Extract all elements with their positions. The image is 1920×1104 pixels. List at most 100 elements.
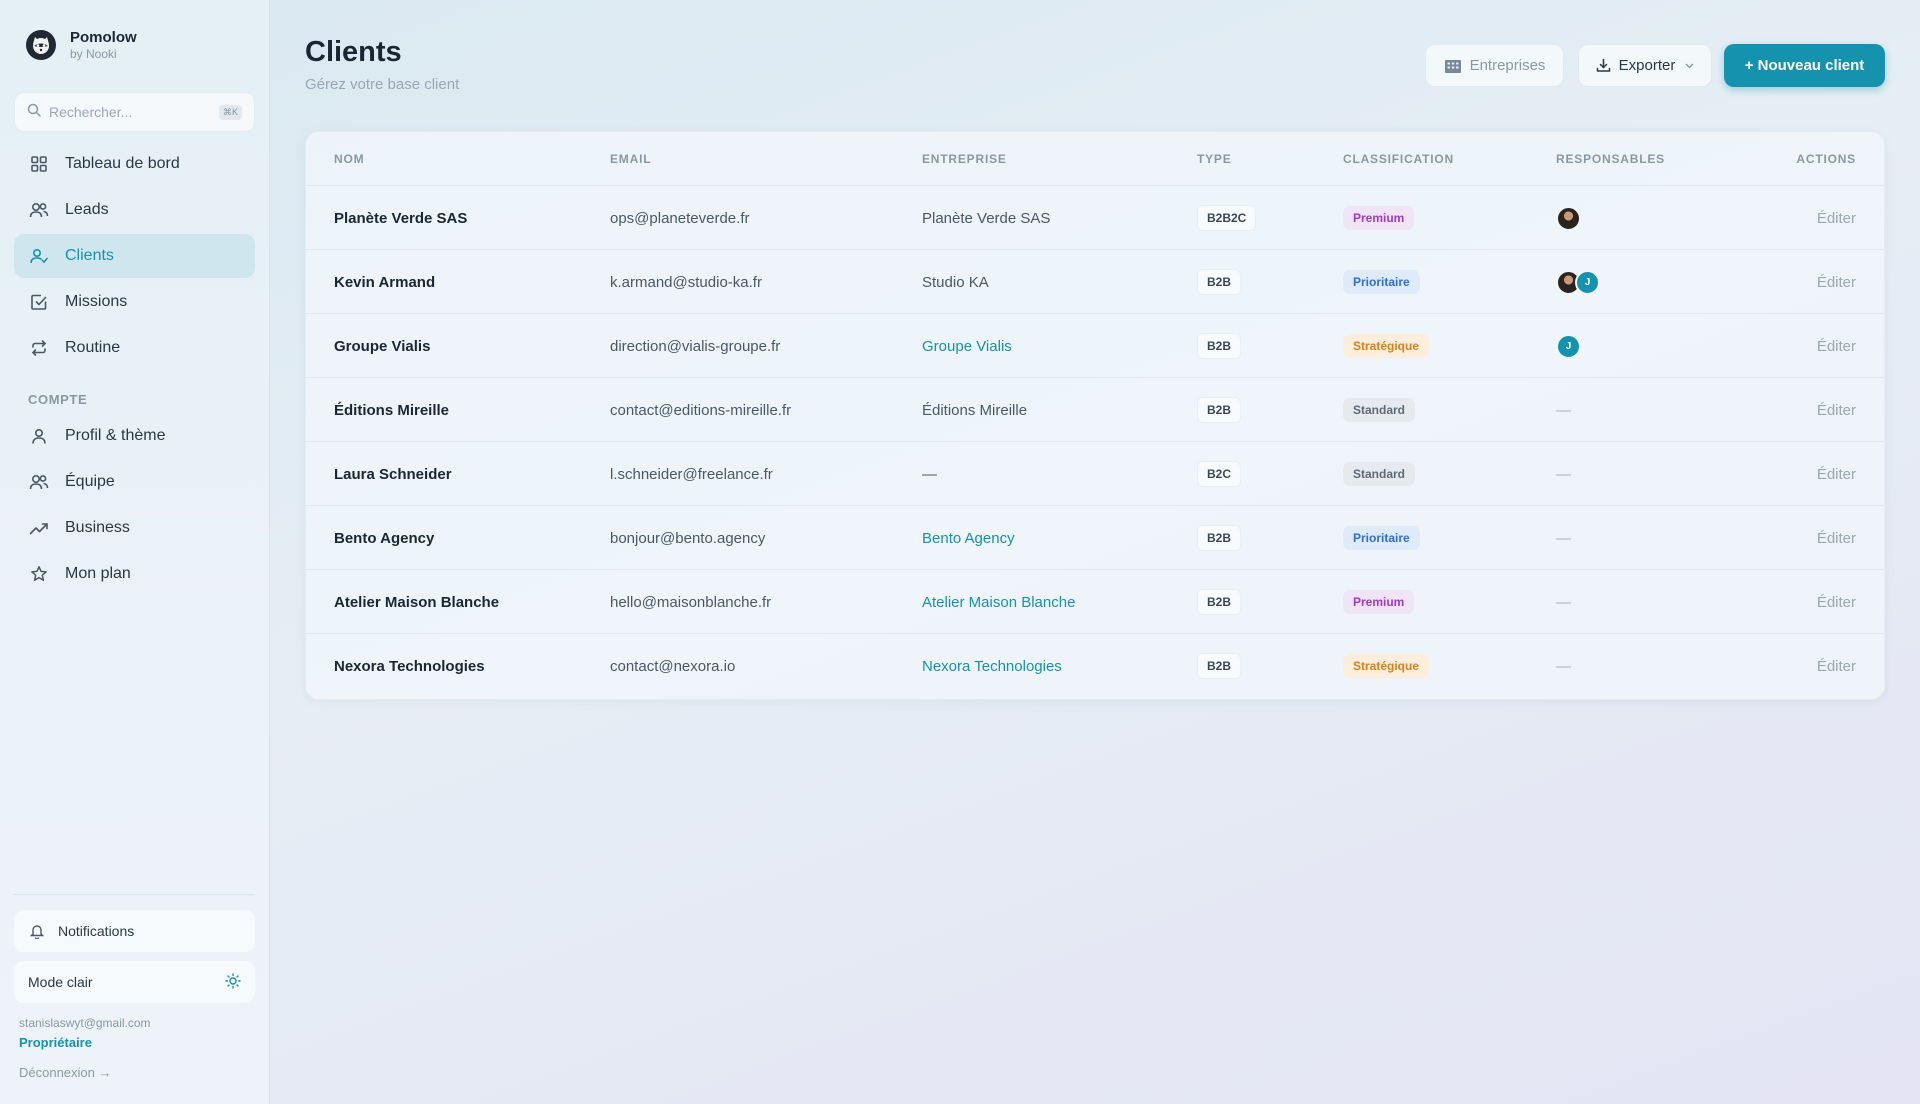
table-row[interactable]: Laura Schneider l.schneider@freelance.fr… — [306, 442, 1884, 506]
type-badge: B2B2C — [1197, 205, 1257, 231]
type-badge: B2B — [1197, 397, 1242, 423]
client-email: direction@vialis-groupe.fr — [610, 337, 781, 355]
theme-toggle[interactable]: Mode clair — [14, 961, 255, 1003]
nav-item-missions[interactable]: Missions — [14, 280, 255, 324]
edit-link[interactable]: Éditer — [1817, 378, 1856, 442]
search-input[interactable] — [49, 104, 209, 120]
edit-link[interactable]: Éditer — [1817, 442, 1856, 506]
client-name[interactable]: Nexora Technologies — [334, 634, 485, 698]
export-button[interactable]: Exporter — [1578, 44, 1712, 87]
users-icon — [28, 199, 50, 221]
nav-item-routine[interactable]: Routine — [14, 326, 255, 370]
client-entreprise: Studio KA — [922, 273, 989, 291]
responsables: J — [1556, 333, 1581, 359]
checkbox-icon — [28, 291, 50, 313]
mode-label: Mode clair — [28, 974, 93, 990]
client-name[interactable]: Planète Verde SAS — [334, 186, 467, 250]
edit-link[interactable]: Éditer — [1817, 570, 1856, 634]
search-box[interactable]: ⌘K — [14, 92, 255, 132]
nav-item-tableau-de-bord[interactable]: Tableau de bord — [14, 142, 255, 186]
column-header-actions: ACTIONS — [1796, 152, 1856, 166]
type-badge: B2B — [1197, 269, 1242, 295]
column-header-type: TYPE — [1197, 152, 1232, 166]
classification-badge: Stratégique — [1343, 334, 1430, 358]
entreprises-button[interactable]: Entreprises — [1425, 44, 1564, 87]
logout-link[interactable]: Déconnexion → — [19, 1065, 112, 1080]
nav-item-profil[interactable]: Profil & thème — [14, 414, 255, 458]
account-nav: Profil & thème Équipe Business Mon plan — [14, 414, 255, 598]
new-client-label: + Nouveau client — [1744, 57, 1865, 74]
avatar — [1556, 205, 1581, 231]
table-row[interactable]: Éditions Mireille contact@editions-mirei… — [306, 378, 1884, 442]
new-client-button[interactable]: + Nouveau client — [1724, 44, 1885, 87]
search-shortcut: ⌘K — [218, 104, 242, 120]
sun-icon — [225, 972, 241, 992]
column-header-entreprise: ENTREPRISE — [922, 152, 1007, 166]
responsables-empty: — — [1556, 657, 1571, 675]
edit-link[interactable]: Éditer — [1817, 506, 1856, 570]
nav-item-label: Profil & thème — [65, 427, 166, 444]
client-name[interactable]: Groupe Vialis — [334, 314, 430, 378]
repeat-icon — [28, 337, 50, 359]
user-icon — [28, 425, 50, 447]
table-row[interactable]: Groupe Vialis direction@vialis-groupe.fr… — [306, 314, 1884, 378]
nav-item-equipe[interactable]: Équipe — [14, 460, 255, 504]
app-name: Pomolow — [70, 29, 137, 46]
raccoon-logo-icon — [26, 30, 56, 60]
notifications-label: Notifications — [58, 923, 135, 939]
responsables — [1556, 205, 1581, 231]
client-name[interactable]: Atelier Maison Blanche — [334, 570, 499, 634]
client-name[interactable]: Laura Schneider — [334, 442, 452, 506]
avatar: J — [1575, 269, 1600, 295]
edit-link[interactable]: Éditer — [1817, 314, 1856, 378]
client-name[interactable]: Bento Agency — [334, 506, 434, 570]
client-email: k.armand@studio-ka.fr — [610, 273, 762, 291]
nav-item-business[interactable]: Business — [14, 506, 255, 550]
classification-badge: Stratégique — [1343, 654, 1430, 678]
column-header-nom: NOM — [334, 152, 365, 166]
user-email: stanislaswyt@gmail.com — [19, 1016, 151, 1030]
client-name[interactable]: Éditions Mireille — [334, 378, 449, 442]
column-header-responsables: RESPONSABLES — [1556, 152, 1665, 166]
client-email: bonjour@bento.agency — [610, 529, 766, 547]
edit-link[interactable]: Éditer — [1817, 250, 1856, 314]
classification-badge: Premium — [1343, 206, 1415, 230]
client-entreprise-link[interactable]: Nexora Technologies — [922, 634, 1062, 698]
sidebar-divider — [14, 894, 255, 895]
clients-table: NOM EMAIL ENTREPRISE TYPE CLASSIFICATION… — [305, 131, 1885, 700]
client-email: l.schneider@freelance.fr — [610, 465, 773, 483]
client-entreprise-link[interactable]: Atelier Maison Blanche — [922, 570, 1075, 634]
nav-item-mon-plan[interactable]: Mon plan — [14, 552, 255, 596]
table-row[interactable]: Bento Agency bonjour@bento.agency Bento … — [306, 506, 1884, 570]
type-badge: B2C — [1197, 461, 1242, 487]
table-row[interactable]: Atelier Maison Blanche hello@maisonblanc… — [306, 570, 1884, 634]
client-entreprise-link[interactable]: Groupe Vialis — [922, 314, 1012, 378]
table-row[interactable]: Planète Verde SAS ops@planeteverde.fr Pl… — [306, 186, 1884, 250]
client-entreprise-link[interactable]: Bento Agency — [922, 506, 1015, 570]
table-row[interactable]: Nexora Technologies contact@nexora.io Ne… — [306, 634, 1884, 698]
classification-badge: Standard — [1343, 462, 1416, 486]
entreprises-label: Entreprises — [1469, 57, 1546, 74]
nav-item-label: Tableau de bord — [65, 155, 180, 172]
edit-link[interactable]: Éditer — [1817, 186, 1856, 250]
nav-item-leads[interactable]: Leads — [14, 188, 255, 232]
client-email: hello@maisonblanche.fr — [610, 593, 772, 611]
client-email: contact@editions-mireille.fr — [610, 401, 792, 419]
search-icon — [27, 103, 41, 122]
user-check-icon — [28, 245, 50, 267]
table-row[interactable]: Kevin Armand k.armand@studio-ka.fr Studi… — [306, 250, 1884, 314]
nav-item-clients[interactable]: Clients — [14, 234, 255, 278]
edit-link[interactable]: Éditer — [1817, 634, 1856, 698]
brand[interactable]: Pomolow by Nooki — [26, 29, 137, 61]
section-label-compte: COMPTE — [28, 392, 88, 407]
classification-badge: Prioritaire — [1343, 270, 1420, 294]
notifications-button[interactable]: Notifications — [14, 910, 255, 952]
client-email: contact@nexora.io — [610, 657, 736, 675]
table-header: NOM EMAIL ENTREPRISE TYPE CLASSIFICATION… — [306, 132, 1884, 186]
nav-item-label: Missions — [65, 293, 128, 310]
column-header-classification: CLASSIFICATION — [1343, 152, 1454, 166]
classification-badge: Premium — [1343, 590, 1415, 614]
grid-icon — [28, 153, 50, 175]
page-title: Clients — [305, 36, 402, 68]
client-name[interactable]: Kevin Armand — [334, 250, 435, 314]
